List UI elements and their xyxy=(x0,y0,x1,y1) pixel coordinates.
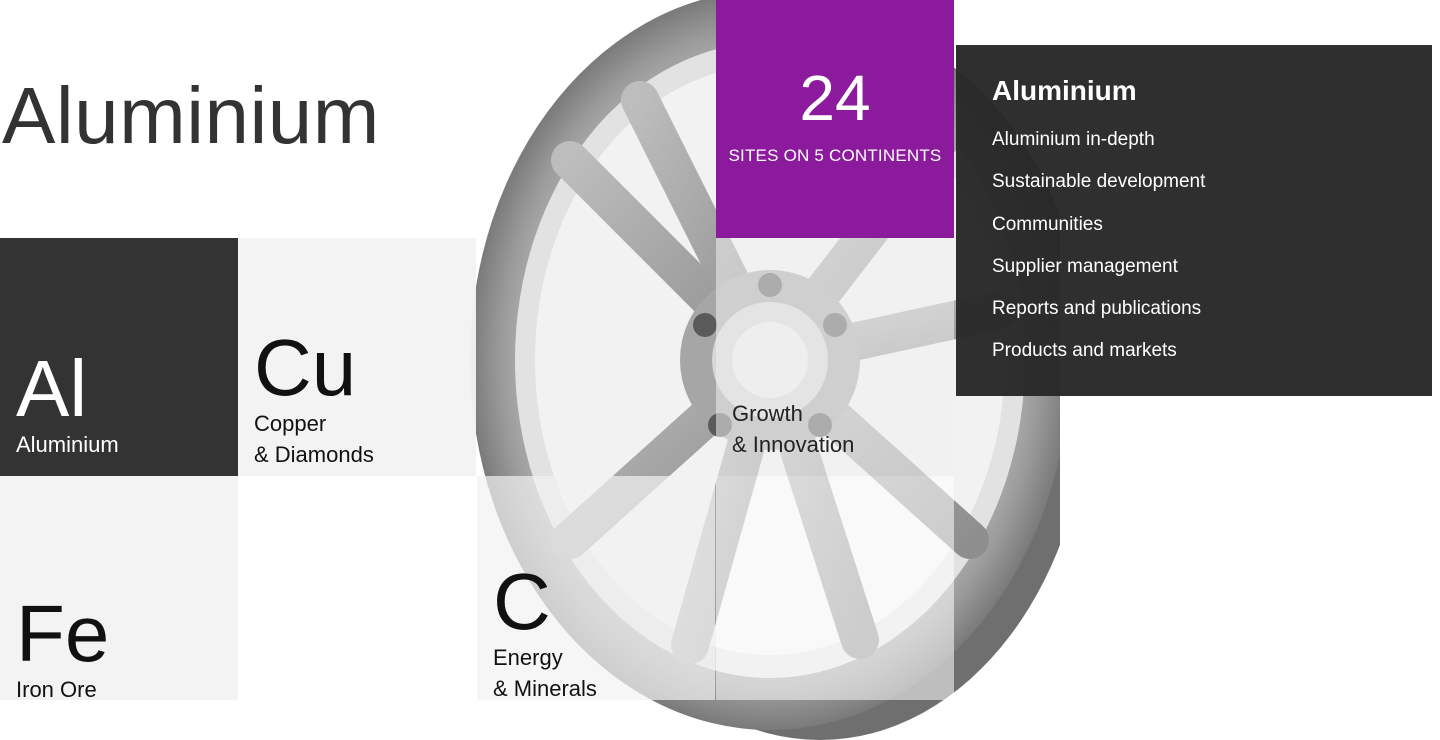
tile-symbol: C xyxy=(493,557,551,646)
tile-growth-innovation[interactable]: Growth & Innovation xyxy=(716,238,954,476)
menu-item-sustainable-development[interactable]: Sustainable development xyxy=(992,161,1396,203)
menu-item-products-and-markets[interactable]: Products and markets xyxy=(992,330,1396,372)
tile-energy-minerals[interactable]: C Energy & Minerals xyxy=(477,476,715,701)
tile-label: & Minerals xyxy=(493,676,597,701)
menu-item-aluminium-in-depth[interactable]: Aluminium in-depth xyxy=(992,119,1396,161)
menu-item-reports-and-publications[interactable]: Reports and publications xyxy=(992,288,1396,330)
tile-empty xyxy=(238,476,476,700)
menu-heading[interactable]: Aluminium xyxy=(992,75,1396,107)
tile-label: Energy xyxy=(493,645,563,670)
tile-iron-ore[interactable]: Fe Iron Ore xyxy=(0,476,238,702)
menu-item-communities[interactable]: Communities xyxy=(992,204,1396,246)
sites-count: 24 xyxy=(799,62,871,134)
tile-symbol: Cu xyxy=(254,323,357,412)
tile-copper-diamonds[interactable]: Cu Copper & Diamonds xyxy=(238,238,476,476)
sites-stat-tile: 24 SITES ON 5 CONTINENTS xyxy=(716,0,954,238)
tile-label: Copper xyxy=(254,411,327,436)
tile-label: Iron Ore xyxy=(16,677,97,702)
tile-label: & Innovation xyxy=(732,432,855,457)
tile-aluminium[interactable]: Al Aluminium xyxy=(0,238,238,476)
tile-label: Aluminium xyxy=(16,432,119,457)
menu-item-supplier-management[interactable]: Supplier management xyxy=(992,246,1396,288)
tile-label: Growth xyxy=(732,401,803,426)
tile-label: & Diamonds xyxy=(254,442,374,467)
page-title: Aluminium xyxy=(2,71,380,160)
tile-empty xyxy=(716,476,954,700)
tile-symbol: Al xyxy=(16,344,88,433)
tile-symbol: Fe xyxy=(16,589,110,678)
sites-label: SITES ON 5 CONTINENTS xyxy=(728,146,942,165)
aluminium-menu: Aluminium Aluminium in-depth Sustainable… xyxy=(956,45,1432,396)
